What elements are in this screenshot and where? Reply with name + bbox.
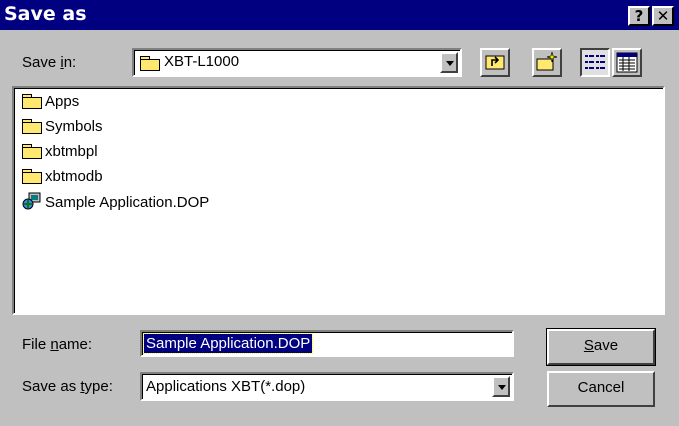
list-item-label: xbtmbpl: [45, 143, 98, 160]
open-folder-icon: [140, 56, 160, 71]
dialog-title: Save as: [4, 3, 87, 25]
folder-icon: [22, 119, 42, 134]
up-one-level-button[interactable]: [480, 48, 510, 77]
list-item[interactable]: xbtmbpl: [22, 142, 98, 162]
cancel-button[interactable]: Cancel: [547, 371, 655, 407]
file-list[interactable]: Apps Symbols xbtmbpl xbtmodb Sample Appl…: [12, 86, 665, 315]
new-folder-button[interactable]: [532, 48, 562, 77]
list-view-button[interactable]: [580, 48, 610, 77]
folder-icon: [22, 94, 42, 109]
details-view-button[interactable]: [612, 48, 642, 77]
file-name-value: Sample Application.DOP: [142, 333, 314, 354]
application-icon: [22, 192, 41, 210]
save-in-dropdown[interactable]: XBT-L1000: [132, 48, 462, 77]
save-in-chevron-down-icon[interactable]: [440, 52, 458, 73]
list-item[interactable]: xbtmodb: [22, 167, 103, 187]
list-item[interactable]: Symbols: [22, 117, 103, 137]
list-item-label: Sample Application.DOP: [45, 194, 210, 211]
save-as-type-chevron-down-icon[interactable]: [492, 376, 510, 397]
title-bar[interactable]: Save as ? ✕: [0, 0, 679, 30]
list-view-icon: [585, 55, 605, 69]
folder-icon: [22, 169, 42, 184]
create-new-folder-icon: [536, 51, 558, 71]
save-button[interactable]: Save: [546, 328, 656, 366]
save-as-dialog: Save as ? ✕ Save in: XBT-L1000 Apps Symb…: [0, 0, 679, 426]
list-item[interactable]: Apps: [22, 92, 79, 112]
file-name-input[interactable]: Sample Application.DOP: [140, 330, 514, 357]
save-as-type-dropdown[interactable]: Applications XBT(*.dop): [140, 372, 514, 401]
up-one-level-icon: [485, 55, 505, 70]
list-item-label: Symbols: [45, 118, 103, 135]
close-button[interactable]: ✕: [652, 6, 674, 26]
save-as-type-label: Save as type:: [22, 378, 113, 395]
list-item-label: Apps: [45, 93, 80, 110]
save-as-type-value: Applications XBT(*.dop): [146, 378, 306, 395]
file-name-label: File name:: [22, 336, 93, 353]
save-in-label: Save in:: [22, 54, 77, 71]
details-view-icon: [616, 52, 638, 73]
save-in-value: XBT-L1000: [164, 53, 240, 70]
list-item-label: xbtmodb: [45, 168, 103, 185]
folder-icon: [22, 144, 42, 159]
list-item[interactable]: Sample Application.DOP: [22, 192, 209, 212]
help-button[interactable]: ?: [628, 6, 650, 26]
